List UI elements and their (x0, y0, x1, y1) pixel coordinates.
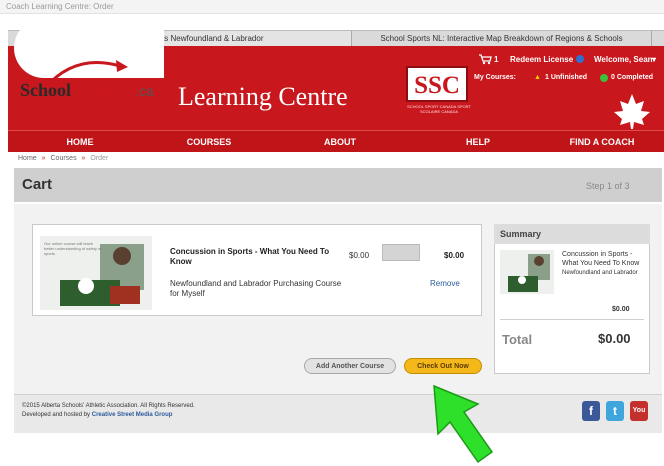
copyright-text: ©2015 Alberta Schools' Athletic Associat… (22, 403, 195, 409)
breadcrumb: Home » Courses » Order (8, 152, 664, 165)
facebook-icon[interactable]: f (582, 401, 600, 421)
breadcrumb-order: Order (90, 155, 109, 162)
remove-link[interactable]: Remove (430, 279, 460, 288)
logo-text-coach: Coach (77, 80, 126, 100)
completed-courses-link[interactable]: 0 Completed (611, 74, 653, 81)
pointer-arrow-icon (433, 384, 494, 464)
unfinished-courses-link[interactable]: 1 Unfinished (545, 74, 587, 81)
check-icon (600, 74, 608, 82)
twitter-icon[interactable]: t (606, 401, 624, 421)
nav-home[interactable]: HOME (40, 131, 120, 153)
breadcrumb-separator: » (41, 155, 46, 162)
developer-credit: Developed and hosted by Creative Street … (22, 412, 172, 418)
redeem-license-link[interactable]: Redeem License (510, 55, 573, 64)
summary-item-region: Newfoundland and Labrador (562, 270, 638, 276)
breadcrumb-home[interactable]: Home (18, 155, 37, 162)
page-title: Cart (22, 176, 53, 193)
summary-heading: Summary (494, 224, 650, 244)
summary-item-price: $0.00 (612, 306, 630, 313)
total-label: Total (502, 332, 533, 347)
maple-leaf-icon (614, 94, 650, 129)
add-another-course-button[interactable]: Add Another Course (304, 358, 396, 374)
developer-link[interactable]: Creative Street Media Group (92, 412, 173, 418)
nav-find-a-coach[interactable]: FIND A COACH (554, 131, 650, 153)
course-description: Newfoundland and Labrador Purchasing Cou… (170, 279, 342, 298)
summary-course-title: Concussion in Sports - What You Need To … (562, 250, 646, 278)
developed-by-label: Developed and hosted by (22, 412, 91, 418)
window-title: Coach Learning Centre: Order (0, 0, 664, 14)
checkout-step: Step 1 of 3 (586, 181, 630, 191)
summary-item-title: Concussion in Sports - What You Need To … (562, 251, 640, 267)
logo-tagline: Every Body Learns (88, 100, 148, 107)
cart-count[interactable]: 1 (494, 55, 498, 64)
youtube-icon[interactable]: You (630, 401, 648, 421)
welcome-user[interactable]: Welcome, Sean (594, 55, 653, 64)
site-title: Learning Centre (178, 82, 348, 111)
course-title: Concussion in Sports - What You Need To … (170, 247, 330, 266)
course-subtotal: $0.00 (444, 251, 465, 260)
total-value: $0.00 (598, 331, 631, 346)
my-courses-label: My Courses: (474, 74, 517, 81)
quantity-field[interactable] (382, 244, 420, 261)
summary-divider (500, 319, 644, 320)
warning-icon: ▲ (534, 74, 541, 81)
ssc-logo-subtitle: SCHOOL SPORT CANADA SPORT SCOLAIRE CANAD… (407, 104, 471, 114)
breadcrumb-separator: » (81, 155, 86, 162)
course-price: $0.00 (349, 251, 370, 260)
summary-thumbnail (500, 250, 554, 294)
nav-courses[interactable]: COURSES (164, 131, 254, 153)
logo-text-school: School (20, 80, 72, 100)
breadcrumb-courses[interactable]: Courses (51, 155, 77, 162)
cart-header-bar (14, 168, 662, 202)
cart-icon[interactable] (478, 53, 492, 65)
main-nav: HOME COURSES ABOUT HELP FIND A COACH (8, 130, 664, 153)
logo-text-ca: .ca (135, 83, 154, 99)
tab-interactive-map[interactable]: School Sports NL: Interactive Map Breakd… (352, 31, 652, 47)
globe-icon (576, 55, 584, 63)
ssc-logo[interactable]: SSC (406, 66, 468, 102)
chevron-down-icon[interactable]: ▾ (652, 55, 656, 64)
summary-course-image (500, 250, 554, 294)
summary-panel (494, 224, 650, 374)
check-out-now-button[interactable]: Check Out Now (404, 358, 482, 374)
nav-help[interactable]: HELP (448, 131, 508, 153)
nav-about[interactable]: ABOUT (300, 131, 380, 153)
thumbnail-caption: Our online course will teach better unde… (44, 241, 102, 256)
